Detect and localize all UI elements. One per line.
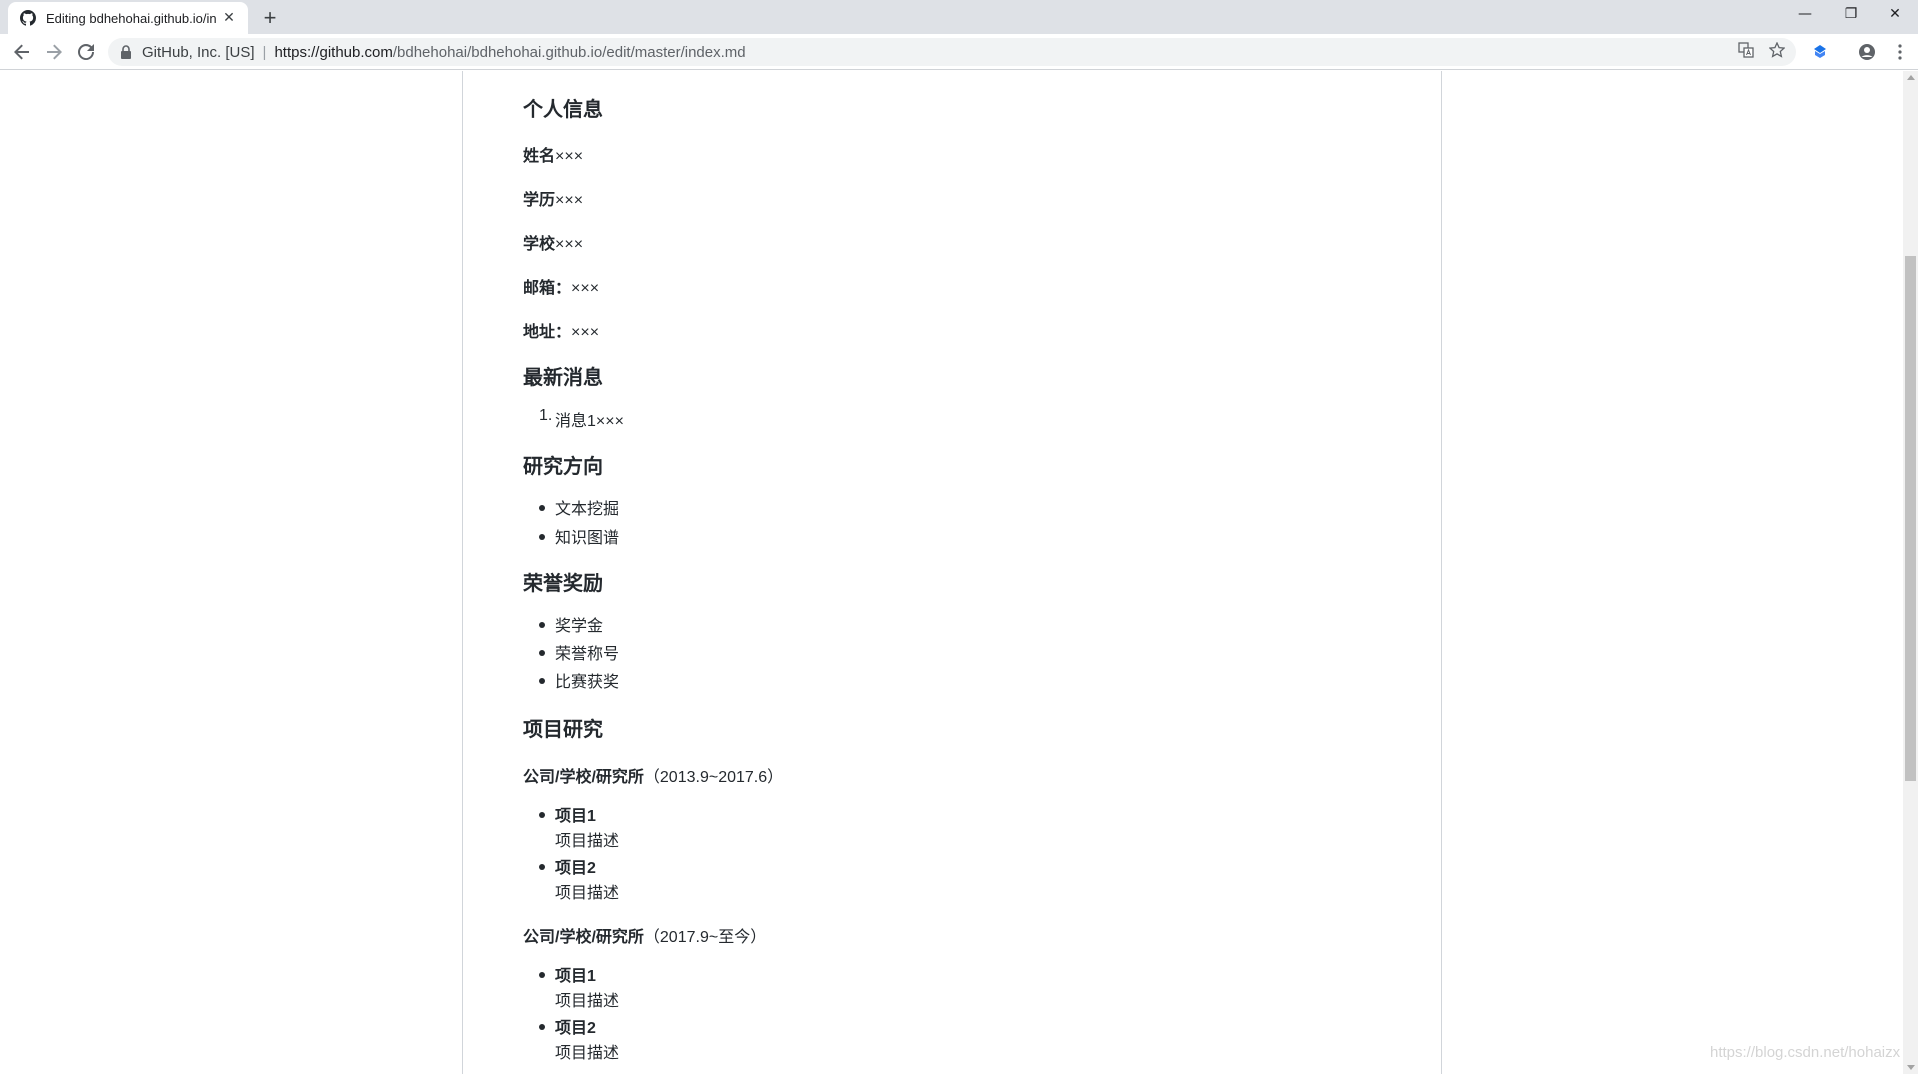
forward-button[interactable]	[42, 40, 66, 64]
award-item: 奖学金	[555, 618, 604, 635]
browser-tab[interactable]: Editing bdhehohai.github.io/in ✕	[8, 2, 248, 34]
project-name: 项目1	[555, 968, 596, 985]
lock-icon	[121, 45, 131, 59]
url-separator: |	[262, 43, 267, 61]
heading-research: 研究方向	[523, 456, 603, 478]
project-description: 项目描述	[555, 1045, 620, 1062]
address-bar[interactable]: GitHub, Inc. [US] | https://github.com/b…	[108, 38, 1796, 66]
list-bullet	[539, 534, 545, 540]
page-scrollbar[interactable]	[1903, 71, 1918, 1074]
list-bullet	[539, 864, 545, 870]
field-school: 学校×××	[523, 236, 584, 253]
field-address: 地址：×××	[523, 324, 600, 341]
arrow-right-icon	[47, 44, 62, 60]
scroll-down-icon[interactable]	[1907, 1065, 1915, 1070]
project-description: 项目描述	[555, 993, 620, 1010]
watermark: https://blog.csdn.net/hohaizx	[1710, 1044, 1901, 1061]
list-bullet	[539, 972, 545, 978]
heading-awards: 荣誉奖励	[523, 573, 603, 595]
news-item-number: 1.	[539, 407, 553, 424]
arrow-left-icon	[14, 44, 29, 60]
news-item: 消息1×××	[555, 413, 624, 430]
translate-icon[interactable]	[1736, 40, 1756, 60]
url-host: https://github.com	[274, 43, 393, 61]
project-group-title: 公司/学校/研究所（2017.9~至今）	[523, 929, 767, 946]
browser-toolbar: GitHub, Inc. [US] | https://github.com/b…	[0, 34, 1918, 70]
field-degree: 学历×××	[523, 192, 584, 209]
restore-button[interactable]: ❐	[1828, 0, 1874, 28]
minimize-button[interactable]: —	[1782, 0, 1828, 28]
research-item: 文本挖掘	[555, 501, 620, 518]
heading-personal-info: 个人信息	[523, 99, 603, 121]
markdown-preview: 个人信息 姓名××× 学历××× 学校××× 邮箱：××× 地址：××× 最新消…	[462, 71, 1442, 1074]
award-item: 比赛获奖	[555, 674, 620, 691]
project-name: 项目2	[555, 860, 596, 877]
list-bullet	[539, 812, 545, 818]
research-item: 知识图谱	[555, 530, 620, 547]
github-icon	[20, 10, 36, 26]
extension-icon[interactable]	[1808, 40, 1832, 64]
project-name: 项目1	[555, 808, 596, 825]
list-bullet	[539, 505, 545, 511]
menu-kebab-icon[interactable]	[1888, 40, 1912, 64]
new-tab-button[interactable]: +	[258, 5, 282, 30]
list-bullet	[539, 622, 545, 628]
tab-title: Editing bdhehohai.github.io/in	[46, 10, 217, 26]
scroll-up-icon[interactable]	[1907, 75, 1915, 80]
list-bullet	[539, 678, 545, 684]
bookmark-star-icon[interactable]	[1767, 40, 1787, 60]
list-bullet	[539, 1024, 545, 1030]
project-name: 项目2	[555, 1020, 596, 1037]
profile-avatar-icon[interactable]	[1855, 40, 1879, 64]
heading-news: 最新消息	[523, 367, 603, 389]
field-name: 姓名×××	[523, 148, 584, 165]
project-description: 项目描述	[555, 885, 620, 902]
page-viewport: 个人信息 姓名××× 学历××× 学校××× 邮箱：××× 地址：××× 最新消…	[0, 71, 1918, 1074]
list-bullet	[539, 650, 545, 656]
heading-projects: 项目研究	[523, 719, 603, 741]
back-button[interactable]	[10, 40, 34, 64]
reload-icon	[78, 44, 94, 60]
close-window-button[interactable]: ✕	[1872, 0, 1918, 28]
site-identity: GitHub, Inc. [US]	[142, 43, 255, 61]
tab-strip: Editing bdhehohai.github.io/in ✕ + — ❐ ✕	[0, 0, 1918, 34]
reload-button[interactable]	[74, 40, 98, 64]
project-description: 项目描述	[555, 833, 620, 850]
tab-close-icon[interactable]: ✕	[220, 9, 238, 27]
award-item: 荣誉称号	[555, 646, 620, 663]
project-group-title: 公司/学校/研究所（2013.9~2017.6）	[523, 769, 784, 786]
field-email: 邮箱：×××	[523, 280, 600, 297]
url-path: /bdhehohai/bdhehohai.github.io/edit/mast…	[392, 43, 746, 61]
scrollbar-thumb[interactable]	[1905, 256, 1916, 781]
